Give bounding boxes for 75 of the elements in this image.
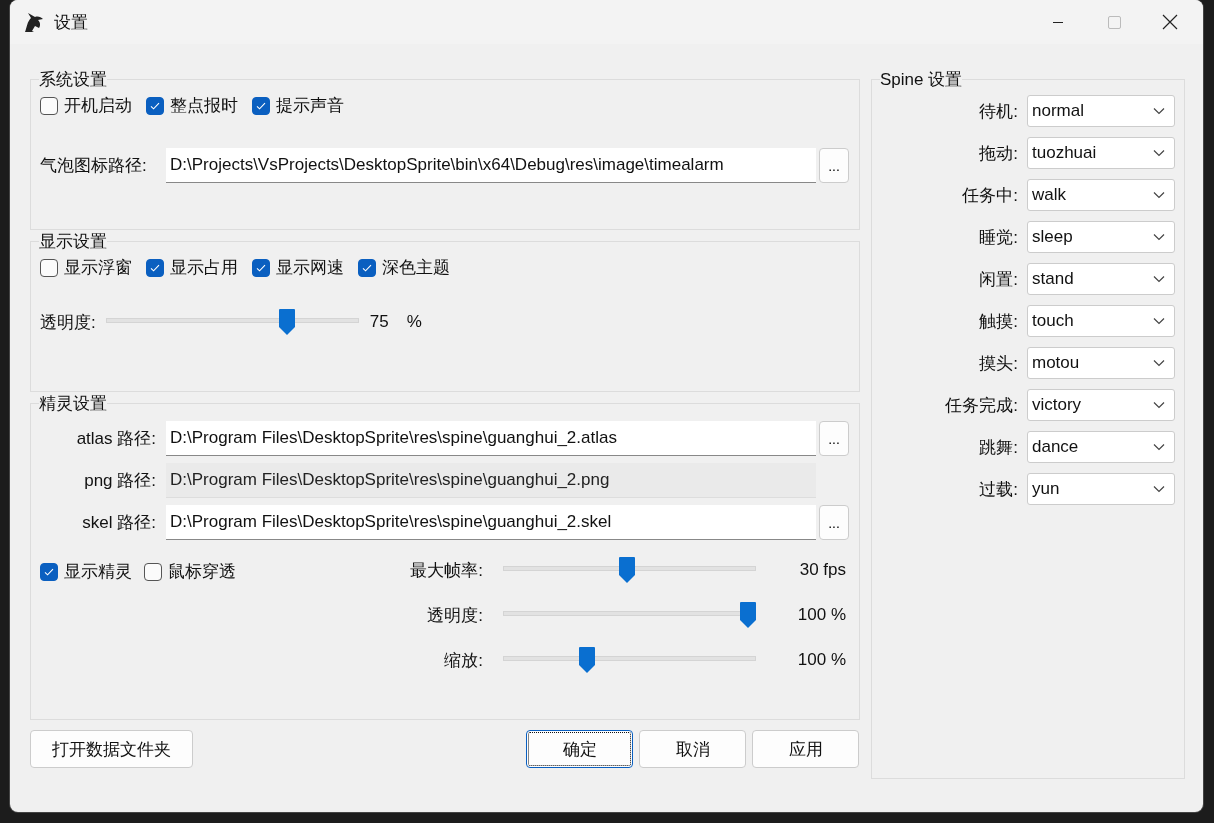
field-label: 过载: [978, 478, 1018, 501]
animation-select[interactable]: tuozhuai [1027, 137, 1175, 169]
group-title: 精灵设置 [39, 393, 107, 415]
field-label: skel 路径: [81, 512, 157, 534]
unit-label: % [406, 312, 422, 332]
field-label: 睡觉: [978, 226, 1018, 249]
slider-value: 100 % [796, 650, 846, 670]
group-title: 系统设置 [39, 69, 107, 91]
chevron-down-icon [1153, 191, 1165, 199]
slider-thumb[interactable] [578, 647, 595, 673]
animation-select[interactable]: normal [1027, 95, 1175, 127]
chevron-down-icon [1153, 485, 1165, 493]
field-label: 摸头: [978, 352, 1018, 375]
animation-select[interactable]: motou [1027, 347, 1175, 379]
slider-label: 最大帧率: [409, 559, 483, 582]
field-label: 气泡图标路径: [40, 155, 148, 177]
animation-select[interactable]: touch [1027, 305, 1175, 337]
animation-select[interactable]: victory [1027, 389, 1175, 421]
slider-label: 透明度: [426, 604, 483, 627]
chevron-down-icon [1153, 317, 1165, 325]
checkbox[interactable]: 整点报时 [146, 94, 238, 117]
chevron-down-icon [1153, 443, 1165, 451]
slider[interactable] [105, 309, 359, 335]
slider-value: 75 [369, 312, 390, 332]
window-title: 设置 [54, 11, 88, 34]
open-folder-button[interactable]: 打开数据文件夹 [30, 730, 193, 768]
checkbox[interactable]: 显示占用 [146, 256, 238, 279]
field-label: 闲置: [978, 268, 1018, 291]
field-label: atlas 路径: [75, 428, 157, 450]
checkbox[interactable]: 鼠标穿透 [144, 560, 236, 583]
slider-label: 缩放: [443, 649, 483, 672]
dialog-button[interactable]: 取消 [639, 730, 746, 768]
field-label: 待机: [978, 100, 1018, 123]
slider-label: 透明度: [40, 311, 96, 334]
slider-thumb[interactable] [619, 557, 636, 583]
slider-value: 100 % [796, 605, 846, 625]
chevron-down-icon [1153, 149, 1165, 157]
checkbox[interactable]: 开机启动 [40, 94, 132, 117]
animation-select[interactable]: yun [1027, 473, 1175, 505]
slider[interactable] [503, 647, 756, 673]
slider-value: 30 fps [798, 560, 846, 580]
field-label: 任务中: [961, 184, 1018, 207]
path-field[interactable]: D:\Projects\VsProjects\DesktopSprite\bin\x64\Debug\res\image\timealarm [166, 148, 816, 183]
browse-button[interactable]: ... [819, 421, 849, 456]
dialog-button[interactable]: 应用 [752, 730, 859, 768]
checkbox[interactable]: 提示声音 [252, 94, 344, 117]
chevron-down-icon [1153, 359, 1165, 367]
slider[interactable] [503, 557, 756, 583]
field-label: 任务完成: [944, 394, 1018, 417]
path-field[interactable]: D:\Program Files\DesktopSprite\res\spine\guanghui_2.skel [166, 505, 816, 540]
animation-select[interactable]: dance [1027, 431, 1175, 463]
field-label: 拖动: [978, 142, 1018, 165]
slider-thumb[interactable] [278, 309, 295, 335]
field-label: 触摸: [978, 310, 1018, 333]
browse-button[interactable]: ... [819, 148, 849, 183]
checkbox[interactable]: 深色主题 [358, 256, 450, 279]
group-title: 显示设置 [39, 231, 107, 253]
slider[interactable] [503, 602, 756, 628]
group-title: Spine 设置 [880, 69, 963, 91]
slider-thumb[interactable] [740, 602, 756, 628]
chevron-down-icon [1153, 107, 1165, 115]
chevron-down-icon [1153, 401, 1165, 409]
checkbox[interactable]: 显示浮窗 [40, 256, 132, 279]
field-label: png 路径: [83, 470, 157, 492]
checkbox[interactable]: 显示网速 [252, 256, 344, 279]
animation-select[interactable]: walk [1027, 179, 1175, 211]
field-label: 跳舞: [978, 436, 1018, 459]
animation-select[interactable]: sleep [1027, 221, 1175, 253]
chevron-down-icon [1153, 233, 1165, 241]
dialog-button[interactable]: 确定 [526, 730, 633, 768]
checkbox[interactable]: 显示精灵 [40, 560, 132, 583]
browse-button[interactable]: ... [819, 505, 849, 540]
path-field[interactable]: D:\Program Files\DesktopSprite\res\spine\guanghui_2.atlas [166, 421, 816, 456]
animation-select[interactable]: stand [1027, 263, 1175, 295]
chevron-down-icon [1153, 275, 1165, 283]
